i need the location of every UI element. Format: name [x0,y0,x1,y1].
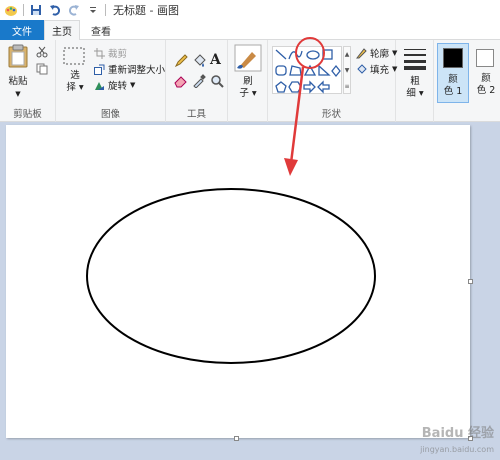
oval-shape-icon[interactable] [306,50,320,60]
resize-icon [94,64,105,75]
line-shape-icon[interactable] [275,49,287,60]
drawn-ellipse [86,188,376,364]
fill-button[interactable]: 填充 ▼ [356,62,397,76]
save-icon[interactable] [29,3,43,17]
separator [23,4,24,16]
watermark: Baidu 经验 jingyan.baidu.com [384,418,494,454]
size-label-2: 细 ▾ [406,88,424,99]
outline-button[interactable]: 轮廓 ▼ [356,46,397,60]
size-label-2-text: 细 [406,88,416,99]
window-title: 无标题 - 画图 [113,4,179,17]
undo-icon[interactable] [48,3,62,17]
paste-label: 粘贴 [8,76,28,87]
polygon-shape-icon[interactable] [289,65,302,76]
diamond-shape-icon[interactable] [331,64,341,78]
brushes-group: 刷 子 ▾ [228,40,268,122]
shapes-group-label: 形状 [321,109,341,120]
select-label-2: 择 ▾ [66,82,84,93]
crop-label: 裁剪 [108,49,128,60]
right-arrow-shape-icon[interactable] [303,80,316,94]
select-label-1: 选 [70,70,80,81]
color-1-button[interactable]: 颜 色 1 [437,43,469,103]
left-arrow-shape-icon[interactable] [317,80,330,94]
brushes-label-1: 刷 [243,76,253,87]
paste-button[interactable]: 粘贴 ▼ [6,44,30,100]
customize-quick-access-icon[interactable] [86,3,100,17]
rectangle-shape-icon[interactable] [322,49,333,60]
tab-file[interactable]: 文件 [0,20,44,40]
pentagon-shape-icon[interactable] [275,81,287,93]
crop-icon [94,47,105,59]
tab-home[interactable]: 主页 [44,20,80,41]
resize-label: 重新调整大小 [108,65,166,76]
ribbon: 粘贴 ▼ 剪贴板 选 择 ▾ 裁剪 重新调整大小 旋转 ▼ 图像 A 工具 刷 … [0,40,500,122]
chevron-down-icon: ▼ [130,81,136,89]
brushes-label-2-text: 子 [239,88,249,99]
select-button[interactable]: 选 择 ▾ [62,46,88,102]
tools-group-label: 工具 [186,109,206,120]
color-1-swatch [443,48,463,68]
color-2-swatch [476,49,494,67]
paint-app-icon [4,3,18,17]
pencil-icon[interactable] [174,54,188,71]
size-label-1: 粗 [410,76,420,87]
redo-icon[interactable] [67,3,81,17]
right-triangle-shape-icon[interactable] [318,64,331,76]
title-bar: 无标题 - 画图 [0,0,500,20]
rotate-button[interactable]: 旋转 ▼ [94,78,135,92]
fill-icon [357,63,367,74]
image-group: 选 择 ▾ 裁剪 重新调整大小 旋转 ▼ 图像 [56,40,166,122]
clipboard-group-label: 剪贴板 [13,109,42,120]
resize-handle-bottom[interactable] [234,436,239,441]
drawing-canvas[interactable] [6,125,470,438]
size-group: 粗 细 ▾ [396,40,434,122]
cut-icon[interactable] [36,46,48,61]
outline-icon [356,47,367,58]
eraser-icon[interactable] [174,74,188,91]
triangle-shape-icon[interactable] [303,64,317,76]
chevron-down-icon: ▼ [15,90,21,98]
clipboard-group: 粘贴 ▼ 剪贴板 [0,40,56,122]
text-tool-icon[interactable]: A [210,52,221,68]
magnifier-icon[interactable] [210,74,224,91]
resize-handle-right[interactable] [468,279,473,284]
tools-group: A 工具 [166,40,228,122]
hexagon-shape-icon[interactable] [288,81,302,93]
rotate-icon [95,81,104,90]
size-button[interactable]: 粗 细 ▾ [400,44,430,102]
resize-button[interactable]: 重新调整大小 [94,62,165,76]
selection-icon [63,47,85,65]
shape-gallery [272,46,342,94]
rotate-label: 旋转 [108,81,128,92]
color-2-label-2: 色 2 [476,85,496,96]
line-width-icon [404,49,426,70]
brushes-label-2: 子 ▾ [239,88,257,99]
tab-view[interactable]: 查看 [82,20,120,40]
brush-icon [234,44,262,72]
clipboard-icon [8,44,28,68]
crop-button[interactable]: 裁剪 [94,46,127,60]
curve-shape-icon[interactable] [288,50,303,60]
color-1-label-2: 色 1 [443,86,463,97]
rounded-rectangle-shape-icon[interactable] [275,65,287,76]
ribbon-tab-bar: 文件 主页 查看 [0,20,500,41]
shape-gallery-scroll[interactable]: ▲ ▼ ≡ [343,46,351,94]
brushes-button[interactable]: 刷 子 ▾ [232,44,264,102]
watermark-url: jingyan.baidu.com [420,445,494,454]
canvas-workspace: Baidu 经验 jingyan.baidu.com [0,122,500,460]
color-2-label-1: 颜 [481,73,491,84]
select-label-2-text: 择 [66,82,76,93]
watermark-brand: Baidu 经验 [421,426,494,441]
fill-label: 填充 [370,65,390,76]
shapes-group: ▲ ▼ ≡ 轮廓 ▼ 填充 ▼ 形状 [268,40,397,122]
image-group-label: 图像 [100,109,120,120]
copy-icon[interactable] [36,63,48,78]
outline-label: 轮廓 [370,49,390,60]
color-1-label-1: 颜 [448,74,458,85]
color-picker-icon[interactable] [192,74,206,91]
separator [105,4,106,16]
color-2-button[interactable]: 颜 色 2 [472,43,500,103]
fill-bucket-icon[interactable] [192,54,206,71]
